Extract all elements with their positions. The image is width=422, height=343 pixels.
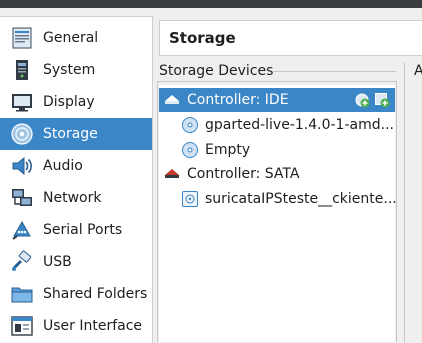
sidebar-item-label: General	[43, 30, 99, 46]
general-icon	[9, 25, 35, 51]
tree-row-empty-disc[interactable]: Empty	[181, 138, 250, 162]
optical-disc-icon	[181, 141, 199, 159]
add-optical-drive-button[interactable]	[353, 91, 371, 109]
sidebar-item-system[interactable]: System	[0, 54, 152, 86]
page-header: Storage	[159, 20, 422, 56]
storage-devices-label: Storage Devices	[159, 63, 274, 79]
window-top-bar	[0, 0, 422, 8]
tree-row-label: Empty	[205, 142, 251, 158]
tree-row-ide-controller[interactable]: Controller: IDE	[159, 88, 395, 112]
splitter[interactable]	[404, 62, 405, 342]
audio-icon	[9, 153, 35, 179]
sidebar-item-audio[interactable]: Audio	[0, 150, 152, 182]
storage-icon	[9, 121, 35, 147]
user-interface-icon	[9, 313, 35, 339]
sidebar-item-user-interface[interactable]: User Interface	[0, 310, 152, 342]
sidebar-item-display[interactable]: Display	[0, 86, 152, 118]
sidebar-item-label: Network	[43, 190, 102, 206]
sata-controller-icon	[163, 165, 181, 183]
tree-row-sata-controller[interactable]: Controller: SATA	[163, 162, 299, 186]
sidebar-item-label: Display	[43, 94, 95, 110]
sidebar-item-label: User Interface	[43, 318, 143, 334]
usb-icon	[9, 249, 35, 275]
serial-ports-icon	[9, 217, 35, 243]
tree-row-label: suricataIPSteste__ckiente...	[205, 191, 397, 207]
sidebar-item-general[interactable]: General	[0, 22, 152, 54]
sidebar-item-label: Audio	[43, 158, 83, 174]
sidebar-item-usb[interactable]: USB	[0, 246, 152, 278]
page-title: Storage	[169, 29, 236, 47]
hard-disk-icon	[181, 190, 199, 208]
network-icon	[9, 185, 35, 211]
sidebar-item-storage[interactable]: Storage	[0, 118, 152, 150]
settings-sidebar: General System Display Storage Audio Net…	[0, 16, 153, 343]
display-icon	[9, 89, 35, 115]
sidebar-item-shared-folders[interactable]: Shared Folders	[0, 278, 152, 310]
storage-tree: Controller: IDE gparted-live-1.4.0-1-amd…	[159, 85, 397, 342]
sidebar-item-serial-ports[interactable]: Serial Ports	[0, 214, 152, 246]
tree-row-label: gparted-live-1.4.0-1-amd...	[205, 117, 394, 133]
ide-controller-icon	[163, 91, 181, 109]
controller-actions	[353, 91, 391, 109]
sidebar-item-label: USB	[43, 254, 72, 270]
tree-row-label: Controller: SATA	[187, 166, 300, 182]
tree-row-label: Controller: IDE	[187, 92, 289, 108]
sidebar-item-label: Shared Folders	[43, 286, 148, 302]
sidebar-item-label: System	[43, 62, 96, 78]
optical-disc-icon	[181, 116, 199, 134]
system-icon	[9, 57, 35, 83]
shared-folders-icon	[9, 281, 35, 307]
sidebar-item-network[interactable]: Network	[0, 182, 152, 214]
add-hard-disk-button[interactable]	[373, 91, 391, 109]
sidebar-item-label: Storage	[43, 126, 98, 142]
tree-row-hard-disk[interactable]: suricataIPSteste__ckiente...	[181, 187, 397, 211]
sidebar-item-label: Serial Ports	[43, 222, 123, 238]
attributes-label: A	[414, 63, 422, 79]
tree-row-gparted-disc[interactable]: gparted-live-1.4.0-1-amd...	[181, 113, 394, 137]
group-divider	[274, 71, 396, 72]
